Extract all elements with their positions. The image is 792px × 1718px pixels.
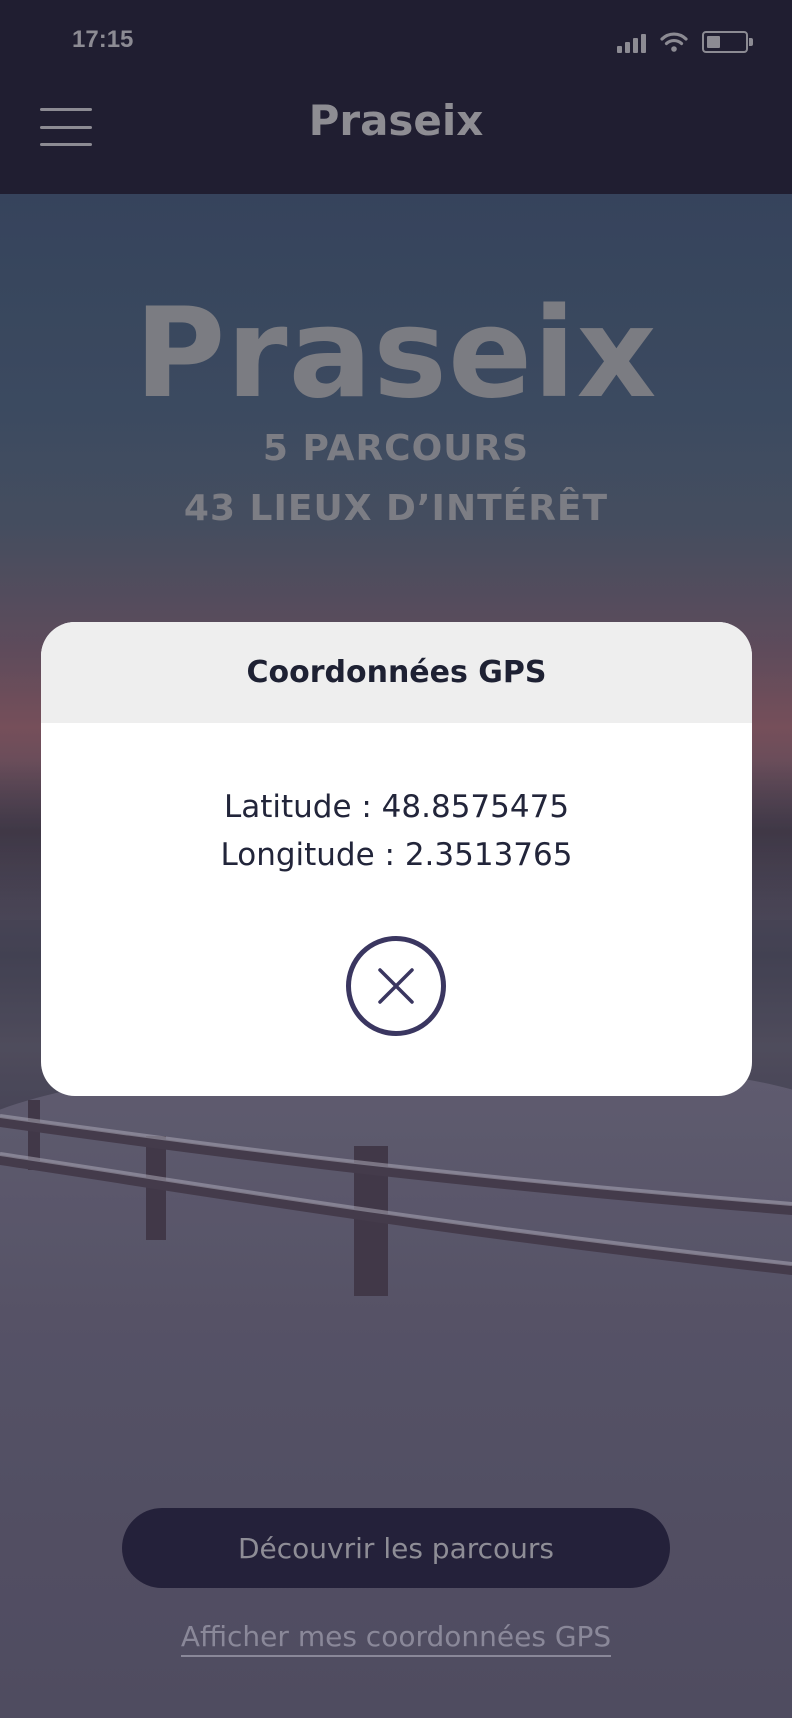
battery-level [707, 36, 720, 48]
wifi-icon [660, 32, 688, 52]
status-icons [617, 28, 753, 56]
latitude-value: Latitude : 48.8575475 [223, 789, 570, 825]
app-screen: 17:15 Praseix Praseix 5 PARCOURS 43 LIEU… [0, 0, 792, 1718]
close-modal-button[interactable] [346, 936, 446, 1036]
hero-title: Praseix [134, 282, 658, 426]
hero-routes-count: 5 PARCOURS [262, 428, 530, 469]
show-gps-link[interactable]: Afficher mes coordonnées GPS [0, 1620, 792, 1657]
modal-header: Coordonnées GPS [41, 622, 752, 723]
discover-routes-button[interactable]: Découvrir les parcours [122, 1508, 670, 1588]
longitude-value: Longitude : 2.3513765 [220, 837, 573, 873]
modal-body: Latitude : 48.8575475 Longitude : 2.3513… [41, 723, 752, 879]
close-icon [378, 968, 414, 1004]
hero-places-count: 43 LIEUX D’INTÉRÊT [183, 488, 609, 529]
show-gps-link-label: Afficher mes coordonnées GPS [180, 1620, 612, 1657]
cellular-signal-icon [617, 31, 646, 53]
gps-modal: Coordonnées GPS Latitude : 48.8575475 Lo… [41, 622, 752, 1096]
modal-title: Coordonnées GPS [246, 655, 547, 690]
app-header: 17:15 Praseix [0, 0, 792, 194]
status-time: 17:15 [72, 26, 134, 53]
battery-icon [702, 31, 753, 53]
header-title: Praseix [308, 96, 484, 145]
